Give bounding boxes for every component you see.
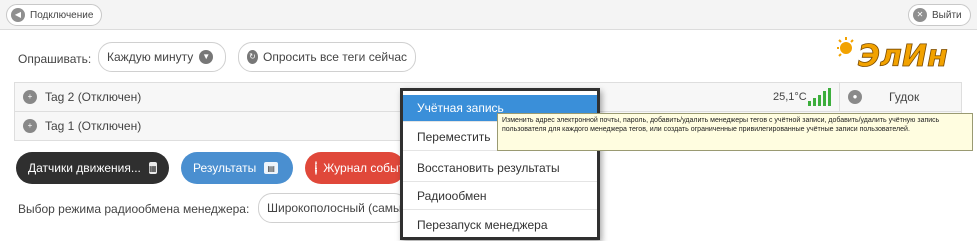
chevron-down-icon: ▼ <box>199 50 214 64</box>
tag-temperature: 25,1°C <box>773 91 807 103</box>
results-button[interactable]: Результаты ▤ <box>181 152 293 184</box>
tag-name: Tag 1 (Отключен) <box>45 119 142 133</box>
motion-sensors-label: Датчики движения... <box>28 161 141 175</box>
menu-item-restore-results[interactable]: Восстановить результаты <box>403 155 597 182</box>
tag-name: Tag 2 (Отключен) <box>45 90 142 104</box>
event-log-label: Журнал событий <box>323 161 405 175</box>
connect-button[interactable]: ◀ Подключение <box>6 4 103 26</box>
logo-text: ЭлИн <box>858 39 948 72</box>
plus-icon[interactable]: + <box>23 119 37 133</box>
context-menu: Учётная запись Переместить Восстановить … <box>400 88 600 240</box>
poll-interval-value: Каждую минуту <box>107 50 194 64</box>
motion-sensors-button[interactable]: Датчики движения... ▦ <box>16 152 169 184</box>
plus-icon[interactable]: + <box>23 90 37 104</box>
results-label: Результаты <box>193 161 257 175</box>
poll-all-button[interactable]: ↻ Опросить все теги сейчас <box>238 42 416 72</box>
grid-icon: ▦ <box>148 162 157 174</box>
radio-mode-label: Выбор режима радиообмена менеджера: <box>18 202 250 216</box>
radio-mode-value: Широкополосный (самый <box>267 201 408 215</box>
account-tooltip: Изменить адрес электронной почты, пароль… <box>497 113 973 151</box>
warning-icon: ! <box>315 161 318 175</box>
menu-item-restart-manager[interactable]: Перезапуск менеджера <box>403 211 597 238</box>
poll-interval-select[interactable]: Каждую минуту ▼ <box>98 42 226 72</box>
logout-button[interactable]: ✕ Выйти <box>908 4 971 26</box>
elin-logo: ЭлИн <box>837 37 948 72</box>
poll-all-label: Опросить все теги сейчас <box>263 50 407 64</box>
beep-button[interactable]: ● Гудок <box>839 83 962 111</box>
top-bar: ◀ Подключение ✕ Выйти <box>0 0 977 30</box>
menu-item-radio[interactable]: Радиообмен <box>403 183 597 210</box>
back-arrow-icon: ◀ <box>11 8 25 22</box>
event-log-button[interactable]: ! Журнал событий <box>305 152 405 184</box>
bar-chart-icon: ▤ <box>264 162 279 174</box>
connect-label: Подключение <box>30 9 94 21</box>
refresh-icon: ↻ <box>247 50 259 64</box>
beep-label: Гудок <box>889 90 920 104</box>
sun-icon <box>837 37 854 57</box>
poll-label: Опрашивать: <box>18 52 92 66</box>
signal-strength-icon <box>808 88 831 106</box>
radio-mode-select[interactable]: Широкополосный (самый <box>258 193 408 223</box>
beep-icon: ● <box>848 90 862 104</box>
close-icon: ✕ <box>913 8 927 22</box>
logout-label: Выйти <box>932 9 962 21</box>
